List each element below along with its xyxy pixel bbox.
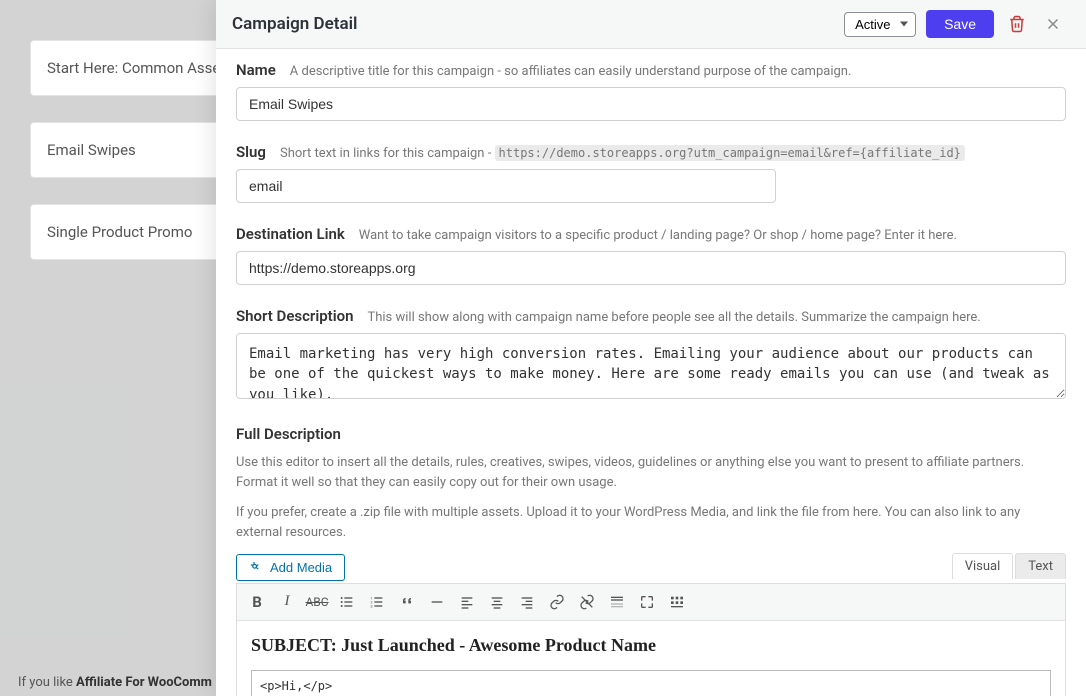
fullscreen-button[interactable] <box>635 590 659 614</box>
full-desc-hint2: If you prefer, create a .zip file with m… <box>236 503 1066 543</box>
link-icon <box>549 594 565 610</box>
panel-header: Campaign Detail Active Save <box>216 0 1086 49</box>
editor-toolbar: B I ABC 123 <box>237 584 1065 621</box>
editor-subject: SUBJECT: Just Launched - Awesome Product… <box>251 635 1051 656</box>
align-center-icon <box>489 594 505 610</box>
destination-hint: Want to take campaign visitors to a spec… <box>359 228 957 243</box>
add-media-button[interactable]: Add Media <box>236 554 345 581</box>
slug-hint: Short text in links for this campaign - … <box>280 146 965 161</box>
kitchen-sink-icon <box>669 594 685 610</box>
fullscreen-icon <box>639 594 655 610</box>
close-icon <box>1044 15 1062 33</box>
name-hint: A descriptive title for this campaign - … <box>290 64 852 79</box>
unlink-button[interactable] <box>575 590 599 614</box>
hr-button[interactable] <box>425 590 449 614</box>
bold-button[interactable]: B <box>245 590 269 614</box>
align-right-icon <box>519 594 535 610</box>
save-button[interactable]: Save <box>926 10 994 38</box>
campaign-list-item[interactable]: Single Product Promo <box>30 204 230 260</box>
full-desc-hint1: Use this editor to insert all the detail… <box>236 453 1066 493</box>
list-ul-icon <box>339 594 355 610</box>
italic-button[interactable]: I <box>275 590 299 614</box>
strikethrough-button[interactable]: ABC <box>305 590 329 614</box>
list-ol-icon: 123 <box>369 594 385 610</box>
quote-icon <box>399 594 415 610</box>
quote-button[interactable] <box>395 590 419 614</box>
close-button[interactable] <box>1040 11 1066 37</box>
campaign-list-item[interactable]: Start Here: Common Assets <box>30 40 230 96</box>
rich-editor: B I ABC 123 SUBJECT: Just Launched - Awe… <box>236 583 1066 696</box>
trash-icon <box>1008 15 1026 33</box>
short-desc-hint: This will show along with campaign name … <box>367 310 980 325</box>
bullet-list-button[interactable] <box>335 590 359 614</box>
name-label: Name <box>236 61 276 79</box>
short-desc-textarea[interactable] <box>236 333 1066 399</box>
svg-text:3: 3 <box>370 603 372 608</box>
panel-title: Campaign Detail <box>232 14 357 34</box>
campaign-list: Start Here: Common Assets Email Swipes S… <box>30 40 230 286</box>
editor-code-block: <p>Hi,</p> <p>Want to {your product's ma… <box>251 670 1051 696</box>
readmore-button[interactable] <box>605 590 629 614</box>
status-select[interactable]: Active <box>844 12 916 37</box>
ordered-list-button[interactable]: 123 <box>365 590 389 614</box>
panel-body: Name A descriptive title for this campai… <box>216 49 1086 696</box>
destination-input[interactable] <box>236 251 1066 285</box>
toolbar-toggle-button[interactable] <box>665 590 689 614</box>
media-icon <box>249 560 264 575</box>
campaign-list-item[interactable]: Email Swipes <box>30 122 230 178</box>
full-desc-label: Full Description <box>236 425 341 443</box>
link-button[interactable] <box>545 590 569 614</box>
editor-content[interactable]: SUBJECT: Just Launched - Awesome Product… <box>237 621 1065 696</box>
align-center-button[interactable] <box>485 590 509 614</box>
visual-tab[interactable]: Visual <box>952 553 1014 579</box>
name-input[interactable] <box>236 87 1066 121</box>
destination-label: Destination Link <box>236 225 345 243</box>
unlink-icon <box>579 594 595 610</box>
slug-input[interactable] <box>236 169 776 203</box>
align-right-button[interactable] <box>515 590 539 614</box>
footer-text: If you like Affiliate For WooComm <box>18 675 212 690</box>
slug-label: Slug <box>236 143 266 161</box>
campaign-detail-panel: Campaign Detail Active Save Name A descr… <box>216 0 1086 696</box>
short-desc-label: Short Description <box>236 307 353 325</box>
align-left-icon <box>459 594 475 610</box>
delete-button[interactable] <box>1004 11 1030 37</box>
readmore-icon <box>609 594 625 610</box>
align-left-button[interactable] <box>455 590 479 614</box>
text-tab[interactable]: Text <box>1015 553 1066 579</box>
hr-icon <box>429 594 445 610</box>
